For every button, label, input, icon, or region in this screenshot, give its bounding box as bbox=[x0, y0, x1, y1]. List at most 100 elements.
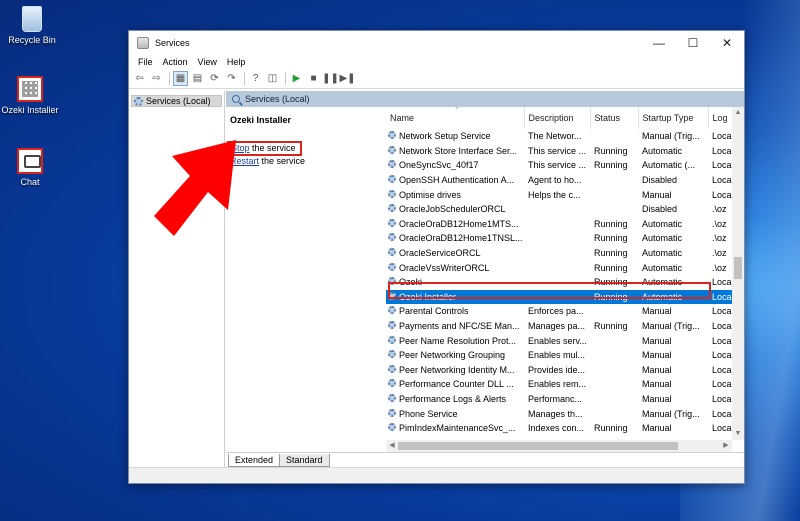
tree-item-services-local[interactable]: Services (Local) bbox=[131, 95, 222, 107]
service-name-cell: Payments and NFC/SE Man... bbox=[386, 319, 524, 334]
scroll-down-icon[interactable]: ▼ bbox=[732, 428, 744, 440]
title-bar[interactable]: Services — ☐ ✕ bbox=[129, 31, 744, 54]
column-header-description[interactable]: Description bbox=[524, 107, 591, 129]
table-row[interactable]: Ozeki Installer Running Automatic Loca bbox=[386, 289, 744, 305]
start-service-icon[interactable]: ▶ bbox=[289, 71, 304, 86]
service-name-cell: OneSyncSvc_40f17 bbox=[386, 158, 524, 173]
table-row[interactable]: OracleOraDB12Home1TNSL... Running Automati… bbox=[386, 231, 744, 246]
table-row[interactable]: Performance Counter DLL ... Enables rem..… bbox=[386, 377, 744, 392]
ozeki-installer-icon bbox=[17, 76, 43, 102]
service-gear-icon bbox=[388, 408, 396, 417]
column-header-startup-type[interactable]: Startup Type bbox=[638, 107, 709, 129]
service-gear-icon bbox=[388, 393, 396, 402]
tab-standard[interactable]: Standard bbox=[279, 454, 330, 467]
service-startup-type-cell: Disabled bbox=[642, 175, 678, 186]
service-status-cell bbox=[590, 392, 638, 407]
vertical-scroll-thumb[interactable] bbox=[734, 257, 742, 279]
export-list-icon[interactable]: ↷ bbox=[224, 71, 239, 86]
desktop-icon-chat[interactable]: Chat bbox=[0, 148, 62, 187]
service-status-cell: Running bbox=[594, 218, 628, 229]
scroll-up-icon[interactable]: ▲ bbox=[732, 107, 744, 119]
show-hide-action-pane-icon[interactable]: ◫ bbox=[265, 71, 280, 86]
menu-action[interactable]: Action bbox=[158, 57, 193, 67]
scroll-left-icon[interactable]: ◀ bbox=[386, 440, 398, 452]
service-startup-type-cell: Manual bbox=[642, 379, 672, 390]
stop-service-icon[interactable]: ■ bbox=[306, 71, 321, 86]
refresh-icon[interactable]: ⟳ bbox=[207, 71, 222, 86]
table-row[interactable]: Peer Name Resolution Prot... Enables serv… bbox=[386, 333, 744, 348]
service-status-cell: Running bbox=[590, 289, 638, 305]
window-title: Services bbox=[155, 37, 190, 48]
scroll-right-icon[interactable]: ▶ bbox=[720, 440, 732, 452]
maximize-button[interactable]: ☐ bbox=[676, 31, 710, 54]
service-description-cell: This service ... bbox=[528, 145, 587, 156]
table-row[interactable]: OracleOraDB12Home1MTS... Running Automatic… bbox=[386, 217, 744, 232]
tab-extended[interactable]: Extended bbox=[228, 454, 281, 467]
service-name-cell: Ozeki Installer bbox=[386, 289, 524, 305]
table-row[interactable]: OracleServiceORCL Running Automatic .\oz bbox=[386, 246, 744, 261]
table-row[interactable]: Network Setup Service The Networ... Manual… bbox=[386, 129, 744, 144]
service-status-cell bbox=[590, 173, 638, 188]
properties-icon[interactable]: ▤ bbox=[190, 71, 205, 86]
table-row[interactable]: Optimise drives Helps the c... Manual Loca bbox=[386, 187, 744, 202]
table-row[interactable]: Peer Networking Identity M... Provides id… bbox=[386, 363, 744, 378]
service-name-cell: Peer Networking Grouping bbox=[386, 348, 524, 363]
help-icon[interactable]: ? bbox=[248, 71, 263, 86]
table-row[interactable]: Network Store Interface Ser... This servi… bbox=[386, 144, 744, 159]
service-gear-icon bbox=[388, 189, 396, 198]
service-startup-type-cell: Automatic bbox=[642, 277, 683, 288]
service-startup-type-cell: Manual (Trig... bbox=[642, 408, 700, 419]
menu-view[interactable]: View bbox=[193, 57, 222, 67]
chat-icon bbox=[17, 148, 43, 174]
selected-service-title: Ozeki Installer bbox=[230, 115, 292, 125]
vertical-scrollbar[interactable]: ▲ ▼ bbox=[732, 107, 744, 440]
red-pointer-arrow-icon bbox=[154, 140, 236, 236]
table-row[interactable]: OpenSSH Authentication A... Agent to ho..… bbox=[386, 173, 744, 188]
table-row[interactable]: PimIndexMaintenanceSvc_... Indexes con...… bbox=[386, 421, 744, 436]
service-status-cell: Running bbox=[594, 423, 628, 434]
service-gear-icon bbox=[388, 131, 396, 140]
horizontal-scrollbar[interactable]: ◀ ▶ bbox=[386, 440, 732, 452]
service-status-cell bbox=[590, 202, 638, 217]
menu-file[interactable]: File bbox=[133, 57, 158, 67]
desktop-icon-recycle-bin[interactable]: Recycle Bin bbox=[0, 6, 64, 45]
stop-service-text: the service bbox=[249, 143, 296, 153]
forward-arrow-icon[interactable]: ⇨ bbox=[149, 71, 164, 86]
table-row[interactable]: Peer Networking Grouping Enables mul... Ma… bbox=[386, 348, 744, 363]
service-name-cell: PimIndexMaintenanceSvc_... bbox=[386, 421, 524, 436]
horizontal-scroll-thumb[interactable] bbox=[398, 442, 678, 450]
sort-ascending-icon: ⌃ bbox=[454, 107, 460, 114]
table-row[interactable]: OneSyncSvc_40f17 This service ... Running A… bbox=[386, 158, 744, 173]
close-button[interactable]: ✕ bbox=[710, 31, 744, 54]
menu-help[interactable]: Help bbox=[222, 57, 251, 67]
column-header-status[interactable]: Status bbox=[590, 107, 639, 129]
restart-service-line: Restart the service bbox=[230, 156, 382, 167]
service-description-cell: Provides ide... bbox=[528, 364, 586, 375]
table-row[interactable]: Performance Logs & Alerts Performanc... Ma… bbox=[386, 392, 744, 407]
service-gear-icon bbox=[388, 233, 396, 242]
service-gear-icon bbox=[388, 218, 396, 227]
service-status-cell bbox=[590, 406, 638, 421]
table-row[interactable]: Phone Service Manages th... Manual (Trig..… bbox=[386, 406, 744, 421]
service-description-cell bbox=[524, 289, 590, 305]
table-row[interactable]: Parental Controls Enforces pa... Manual Loc… bbox=[386, 304, 744, 319]
restart-service-icon[interactable]: ▶❚ bbox=[339, 71, 355, 86]
pause-service-icon[interactable]: ❚❚ bbox=[322, 71, 339, 86]
back-arrow-icon[interactable]: ⇦ bbox=[132, 71, 147, 86]
table-row[interactable]: Ozeki Running Automatic Loca bbox=[386, 275, 744, 290]
service-startup-type-cell: Automatic (... bbox=[642, 160, 696, 171]
desktop-icon-ozeki-installer[interactable]: Ozeki Installer bbox=[0, 76, 62, 115]
service-startup-type-cell: Manual bbox=[642, 335, 672, 346]
service-name-cell: Ozeki bbox=[386, 275, 524, 290]
minimize-button[interactable]: — bbox=[642, 31, 676, 54]
services-list: ⌃ Name Description Status Startup Type Lo… bbox=[386, 107, 744, 452]
console-tree-icon[interactable]: ▦ bbox=[173, 71, 188, 86]
service-status-cell: Running bbox=[594, 145, 628, 156]
column-header-name[interactable]: ⌃ Name bbox=[386, 107, 525, 129]
table-row[interactable]: OracleJobSchedulerORCL Disabled .\oz bbox=[386, 202, 744, 217]
service-startup-type-cell: Disabled bbox=[642, 204, 678, 215]
service-gear-icon bbox=[388, 145, 396, 154]
table-row[interactable]: Payments and NFC/SE Man... Manages pa... R… bbox=[386, 319, 744, 334]
table-row[interactable]: OracleVssWriterORCL Running Automatic .\oz bbox=[386, 260, 744, 275]
stop-service-line: Stop the service bbox=[227, 141, 382, 156]
